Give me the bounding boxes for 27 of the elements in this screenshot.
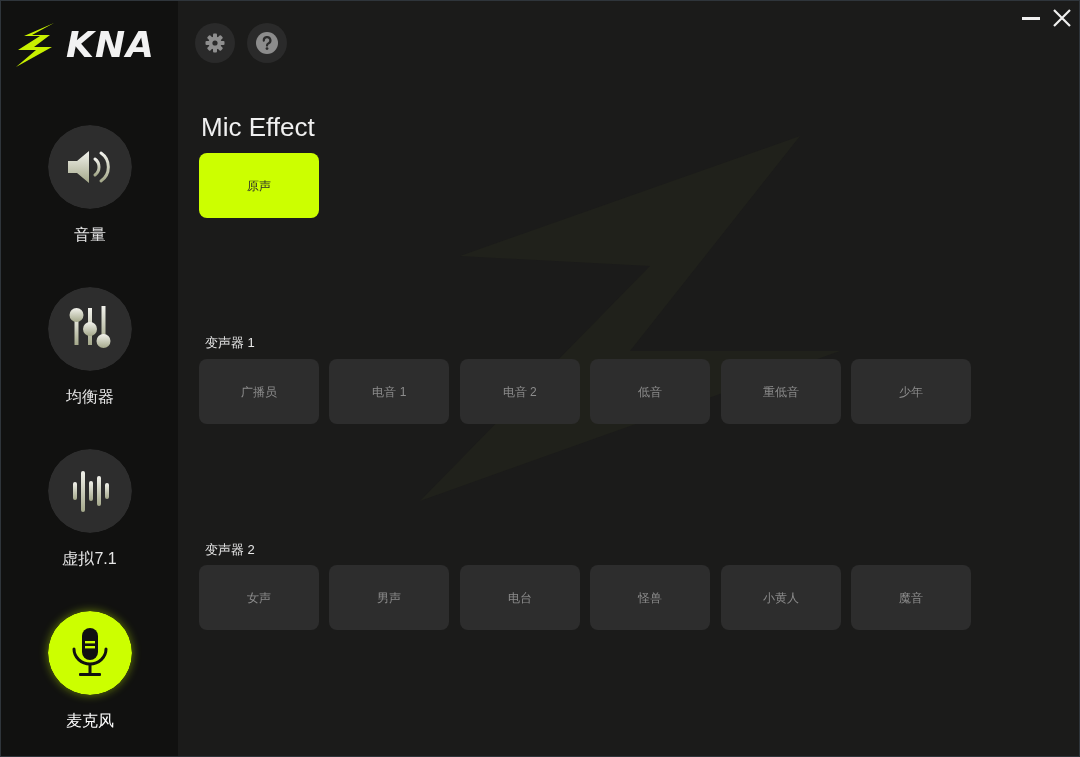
effect-button[interactable]: 魔音 — [850, 565, 971, 630]
effect-button[interactable]: 电音 2 — [459, 359, 580, 424]
effect-button[interactable]: 广播员 — [199, 359, 319, 424]
sidebar-nav-button[interactable]: 音量 — [47, 125, 132, 243]
section-label: 变声器 2 — [204, 542, 255, 558]
effect-button[interactable]: 男声 — [329, 565, 450, 630]
sidebar-nav-button[interactable]: 麦克风 — [47, 611, 132, 729]
section-label: 变声器 1 — [204, 335, 255, 351]
effect-button[interactable]: 低音 — [590, 359, 711, 424]
effect-button[interactable]: 怪兽 — [590, 565, 711, 630]
help-icon — [256, 32, 278, 54]
brand-logo-text: KNA — [66, 25, 155, 65]
effect-button[interactable]: 重低音 — [720, 359, 841, 424]
sidebar-nav-button[interactable]: 虚拟7.1 — [47, 449, 132, 567]
effect-button[interactable]: 原声 — [199, 153, 319, 218]
effect-button[interactable]: 女声 — [199, 565, 319, 630]
page-title: Mic Effect — [200, 112, 315, 142]
effect-button[interactable]: 电音 1 — [329, 359, 450, 424]
close-icon — [1053, 9, 1071, 27]
effect-button[interactable]: 电台 — [459, 565, 580, 630]
effect-button[interactable]: 少年 — [850, 359, 971, 424]
settings-icon — [205, 33, 225, 53]
minimize-icon — [1022, 16, 1040, 20]
effect-button[interactable]: 小黄人 — [720, 565, 841, 630]
sidebar-nav-button[interactable]: 均衡器 — [47, 287, 132, 405]
settings-button[interactable] — [195, 23, 235, 63]
help-button[interactable] — [247, 23, 287, 63]
